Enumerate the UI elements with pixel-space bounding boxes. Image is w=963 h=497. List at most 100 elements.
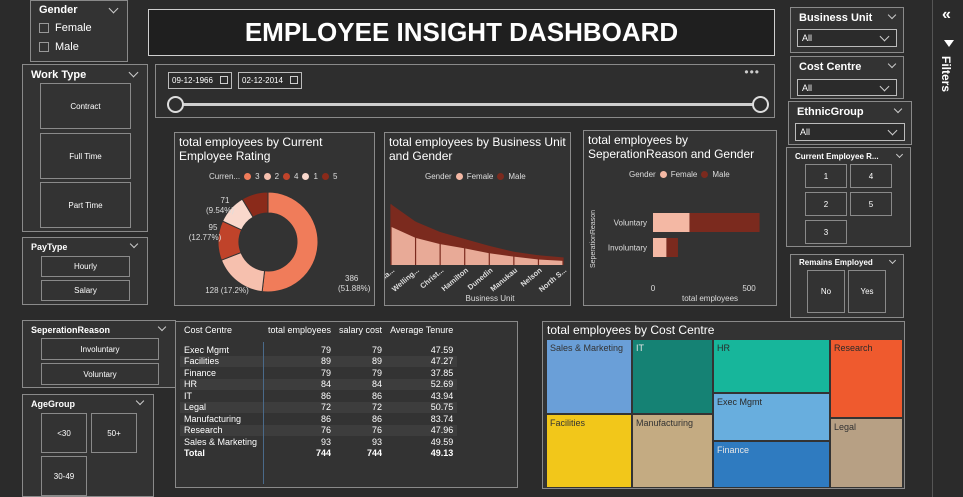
rating-option-5[interactable]: 5 bbox=[850, 192, 892, 216]
calendar-icon[interactable] bbox=[220, 76, 228, 84]
table-row: IT 86 86 43.94 bbox=[184, 390, 454, 401]
chevron-down-icon[interactable] bbox=[128, 67, 139, 78]
checkbox-icon[interactable] bbox=[39, 23, 49, 34]
x-tick: 500 bbox=[742, 284, 756, 293]
age-group-under-30[interactable]: <30 bbox=[41, 413, 87, 453]
pay-type-hourly[interactable]: Hourly bbox=[41, 256, 130, 277]
cost-centre-treemap: Sales & Marketing IT HR Research Facilities M… bbox=[547, 340, 902, 487]
age-group-30-49[interactable]: 30-49 bbox=[41, 456, 87, 496]
end-date-input[interactable]: 02-12-2014 bbox=[238, 72, 302, 89]
filters-pane[interactable]: « Filters bbox=[932, 0, 963, 497]
remains-employed-title: Remains Employed bbox=[799, 258, 873, 267]
table-row: Finance 79 79 37.85 bbox=[184, 367, 454, 378]
rating-option-4[interactable]: 4 bbox=[850, 164, 892, 188]
ethnic-group-title: EthnicGroup bbox=[797, 106, 864, 118]
treemap-cell-hr[interactable]: HR bbox=[714, 340, 829, 392]
treemap-cell-sales-marketing[interactable]: Sales & Marketing bbox=[547, 340, 631, 413]
treemap-cell-research[interactable]: Research bbox=[831, 340, 902, 417]
legend-dot bbox=[659, 171, 667, 178]
column-header[interactable]: Average Tenure bbox=[386, 324, 457, 336]
bar-female-voluntary[interactable] bbox=[653, 213, 690, 232]
separation-chart: total employees by SeperationReason and … bbox=[583, 130, 777, 306]
treemap-panel: total employees by Cost Centre Sales & M… bbox=[542, 321, 905, 489]
column-header[interactable]: Cost Centre bbox=[180, 324, 264, 336]
business-unit-dropdown[interactable]: All bbox=[797, 29, 897, 47]
donut-label: 386 bbox=[345, 274, 359, 283]
bar-male-involuntary[interactable] bbox=[666, 238, 678, 257]
column-header[interactable]: salary cost bbox=[335, 324, 386, 336]
work-type-title: Work Type bbox=[31, 69, 87, 81]
table-row: HR 84 84 52.69 bbox=[180, 378, 458, 390]
chevron-down-icon[interactable] bbox=[887, 10, 897, 20]
legend-dot bbox=[244, 173, 252, 180]
separation-involuntary[interactable]: Involuntary bbox=[41, 338, 159, 360]
pay-type-salary[interactable]: Salary bbox=[41, 280, 130, 301]
gender-option-female[interactable]: Female bbox=[39, 22, 92, 34]
filters-label[interactable]: Filters bbox=[939, 56, 953, 92]
donut-label: 71 bbox=[221, 196, 230, 205]
chevron-down-icon[interactable] bbox=[895, 150, 904, 159]
more-options-icon[interactable]: ••• bbox=[744, 65, 760, 79]
collapse-icon[interactable]: « bbox=[942, 6, 951, 24]
work-type-part-time[interactable]: Part Time bbox=[40, 182, 131, 228]
table-row: Sales & Marketing 93 93 49.59 bbox=[184, 436, 454, 447]
chevron-down-icon[interactable] bbox=[888, 256, 897, 265]
chevron-down-icon[interactable] bbox=[129, 239, 139, 249]
ethnic-group-slicer: EthnicGroup All bbox=[788, 101, 912, 145]
business-unit-area: Auckla...Welling...Christ...HamiltonDune… bbox=[385, 204, 568, 303]
start-date-input[interactable]: 09-12-1966 bbox=[168, 72, 232, 89]
calendar-icon[interactable] bbox=[290, 76, 298, 84]
bar-male-voluntary[interactable] bbox=[689, 213, 760, 232]
gender-option-male[interactable]: Male bbox=[39, 41, 79, 53]
bar-female-involuntary[interactable] bbox=[653, 238, 667, 257]
remains-employed-yes[interactable]: Yes bbox=[848, 270, 886, 313]
rating-chart-title: total employees by Current Employee Rati… bbox=[179, 135, 323, 163]
treemap-cell-it[interactable]: IT bbox=[633, 340, 712, 413]
legend-dot bbox=[321, 173, 329, 180]
age-group-slicer: AgeGroup <30 50+ 30-49 bbox=[22, 394, 154, 497]
chevron-down-icon[interactable] bbox=[108, 3, 119, 14]
legend-dot bbox=[263, 173, 271, 180]
treemap-title: total employees by Cost Centre bbox=[547, 323, 715, 337]
work-type-contract[interactable]: Contract bbox=[40, 83, 131, 129]
cost-centre-slicer: Cost Centre All bbox=[790, 56, 904, 99]
treemap-cell-legal[interactable]: Legal bbox=[831, 419, 902, 487]
legend-dot bbox=[455, 173, 463, 180]
rating-option-1[interactable]: 1 bbox=[805, 164, 847, 188]
donut-label: 95 bbox=[209, 223, 218, 232]
ethnic-group-dropdown[interactable]: All bbox=[795, 123, 905, 141]
treemap-cell-finance[interactable]: Finance bbox=[714, 442, 829, 487]
chevron-down-icon bbox=[887, 125, 898, 136]
table-row: Research 76 76 47.96 bbox=[180, 424, 458, 436]
age-group-title: AgeGroup bbox=[31, 399, 75, 409]
rating-option-2[interactable]: 2 bbox=[805, 192, 847, 216]
work-type-full-time[interactable]: Full Time bbox=[40, 133, 131, 179]
business-unit-chart-title: total employees by Business Unit and Gen… bbox=[389, 135, 566, 163]
pay-type-title: PayType bbox=[31, 242, 68, 252]
rating-donut: 71 (9.54%) 95 (12.77%) 128 (17.2%) 386 (… bbox=[189, 191, 371, 295]
donut-label: (12.77%) bbox=[189, 233, 222, 242]
chevron-down-icon[interactable] bbox=[135, 396, 145, 406]
date-slider-end-handle[interactable] bbox=[752, 96, 769, 113]
date-slider-start-handle[interactable] bbox=[167, 96, 184, 113]
page-title: EMPLOYEE INSIGHT DASHBOARD bbox=[244, 17, 679, 47]
donut-slice-3[interactable] bbox=[261, 191, 319, 293]
treemap-cell-exec-mgmt[interactable]: Exec Mgmt bbox=[714, 394, 829, 440]
separation-voluntary[interactable]: Voluntary bbox=[41, 363, 159, 385]
age-group-50-plus[interactable]: 50+ bbox=[91, 413, 137, 453]
chevron-down-icon[interactable] bbox=[157, 322, 167, 332]
chevron-down-icon[interactable] bbox=[893, 104, 903, 114]
treemap-cell-facilities[interactable]: Facilities bbox=[547, 415, 631, 487]
checkbox-icon[interactable] bbox=[39, 42, 49, 53]
cost-centre-dropdown[interactable]: All bbox=[797, 79, 897, 96]
page-title-box: EMPLOYEE INSIGHT DASHBOARD bbox=[148, 9, 775, 56]
chevron-down-icon[interactable] bbox=[887, 59, 897, 69]
rating-option-3[interactable]: 3 bbox=[805, 220, 847, 244]
column-header[interactable]: total employees bbox=[264, 324, 335, 336]
rating-legend: Curren... 3 2 4 1 5 bbox=[209, 172, 338, 181]
date-slider-track[interactable] bbox=[176, 103, 762, 106]
table-row: Legal 72 72 50.75 bbox=[180, 401, 458, 413]
pay-type-slicer: PayType Hourly Salary bbox=[22, 237, 148, 305]
remains-employed-no[interactable]: No bbox=[807, 270, 845, 313]
treemap-cell-manufacturing[interactable]: Manufacturing bbox=[633, 415, 712, 487]
